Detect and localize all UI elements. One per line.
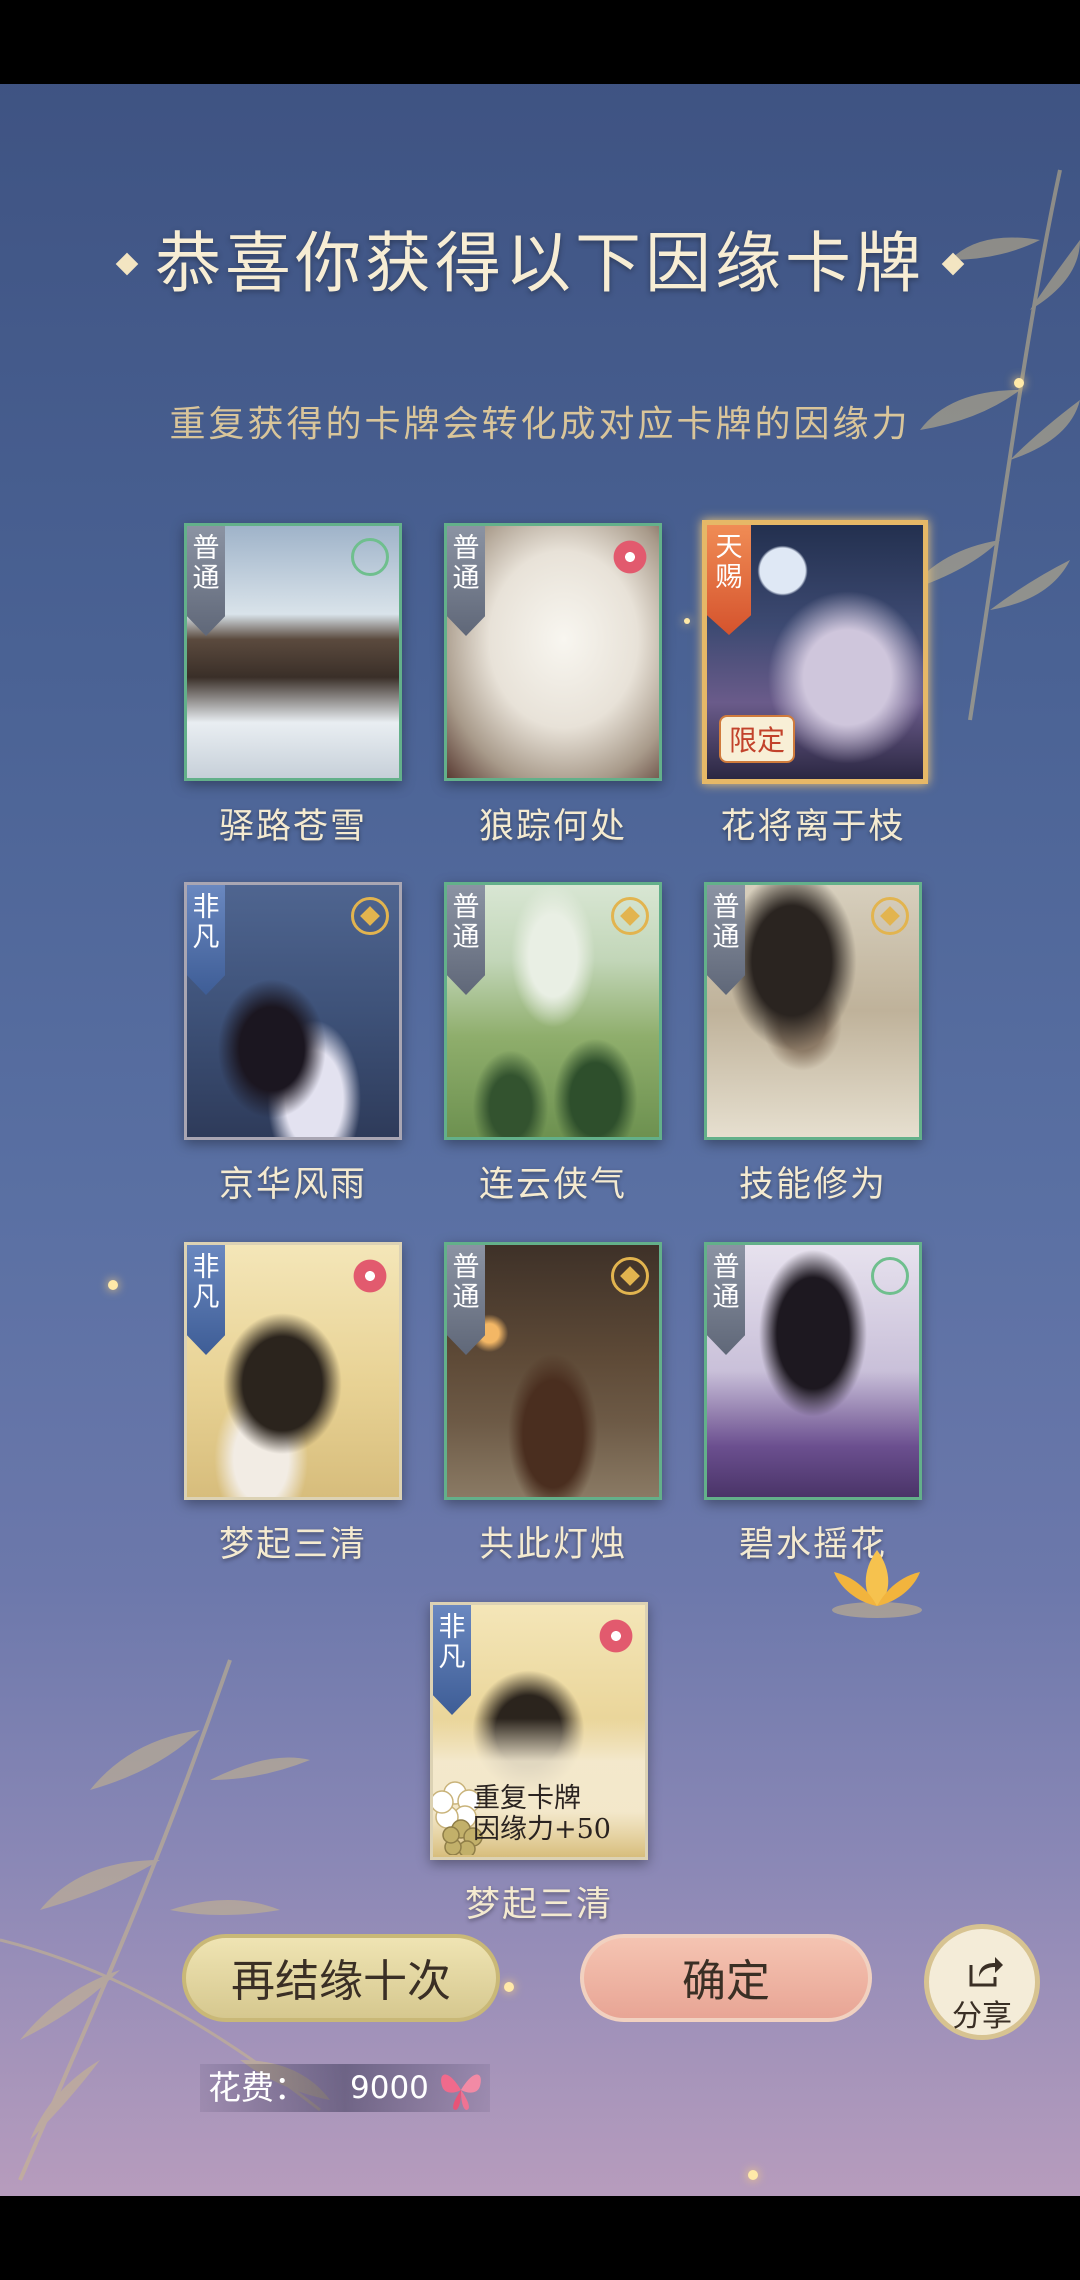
sparkle <box>748 2170 758 2180</box>
rank-badge: 非凡 <box>433 1605 471 1715</box>
sparkle <box>108 1280 118 1290</box>
status-bar-overlay <box>0 0 1080 84</box>
butterfly-icon <box>441 2074 481 2110</box>
diamond-icon <box>115 252 139 276</box>
card-name: 共此灯烛 <box>478 1525 627 1565</box>
card[interactable]: 普通 <box>704 1242 922 1500</box>
cost-value: 9000 <box>350 2070 429 2106</box>
card[interactable]: 普通 <box>444 882 662 1140</box>
card-name: 梦起三清 <box>218 1525 367 1565</box>
diamond-icon <box>941 252 965 276</box>
card[interactable]: 非凡 <box>184 1242 402 1500</box>
gold-emblem-icon <box>351 897 389 935</box>
card-name: 驿路苍雪 <box>218 807 367 847</box>
card-name: 京华风雨 <box>218 1165 367 1205</box>
flower-emblem-icon <box>597 1617 635 1655</box>
gold-emblem-icon <box>611 1257 649 1295</box>
flower-emblem-icon <box>351 1257 389 1295</box>
flower-emblem-icon <box>611 538 649 576</box>
card[interactable]: 非凡 <box>184 882 402 1140</box>
duplicate-note: 重复卡牌 因缘力+50 <box>473 1783 611 1845</box>
rank-badge: 普通 <box>447 1245 485 1355</box>
gold-emblem-icon <box>611 897 649 935</box>
sparkle <box>1014 378 1024 388</box>
limited-tag: 限定 <box>719 715 796 763</box>
rank-badge: 普通 <box>187 526 225 636</box>
draw-again-button[interactable]: 再结缘十次 <box>182 1934 500 2022</box>
confirm-button[interactable]: 确定 <box>580 1934 872 2022</box>
card[interactable]: 非凡 重复卡牌 因缘力+50 <box>430 1602 648 1860</box>
rank-badge: 天赐 <box>707 525 751 635</box>
share-label: 分享 <box>952 1999 1012 2034</box>
card-name: 狼踪何处 <box>478 807 627 847</box>
rank-badge: 普通 <box>447 885 485 995</box>
card-name: 花将离于枝 <box>720 807 906 847</box>
bamboo-decoration <box>0 1659 330 2181</box>
page-title: 恭喜你获得以下因缘卡牌 <box>0 210 1080 306</box>
gacha-result-screen: 恭喜你获得以下因缘卡牌 重复获得的卡牌会转化成对应卡牌的因缘力 普通 驿路苍雪 … <box>0 0 1080 2196</box>
card-name: 梦起三清 <box>464 1885 613 1925</box>
rank-badge: 非凡 <box>187 1245 225 1355</box>
rank-badge: 普通 <box>447 526 485 636</box>
sparkle <box>504 1982 514 1992</box>
green-emblem-icon <box>871 1257 909 1295</box>
cost-label: 花费： <box>208 2068 307 2107</box>
card[interactable]: 普通 <box>704 882 922 1140</box>
rank-badge: 普通 <box>707 885 745 995</box>
card[interactable]: 普通 <box>184 523 402 781</box>
card[interactable]: 天赐 限定 <box>702 520 928 784</box>
share-button[interactable]: 分享 <box>924 1924 1040 2040</box>
sparkle <box>684 618 690 624</box>
card-name: 技能修为 <box>738 1165 887 1205</box>
page-subtitle: 重复获得的卡牌会转化成对应卡牌的因缘力 <box>169 404 911 445</box>
card[interactable]: 普通 <box>444 523 662 781</box>
rank-badge: 普通 <box>707 1245 745 1355</box>
card-name: 连云侠气 <box>478 1165 627 1205</box>
green-emblem-icon <box>351 538 389 576</box>
gold-emblem-icon <box>871 897 909 935</box>
card[interactable]: 普通 <box>444 1242 662 1500</box>
cost-display: 花费： 9000 <box>200 2064 490 2112</box>
share-icon <box>969 1957 1003 1987</box>
lotus-icon <box>832 1550 922 1618</box>
rank-badge: 非凡 <box>187 885 225 995</box>
